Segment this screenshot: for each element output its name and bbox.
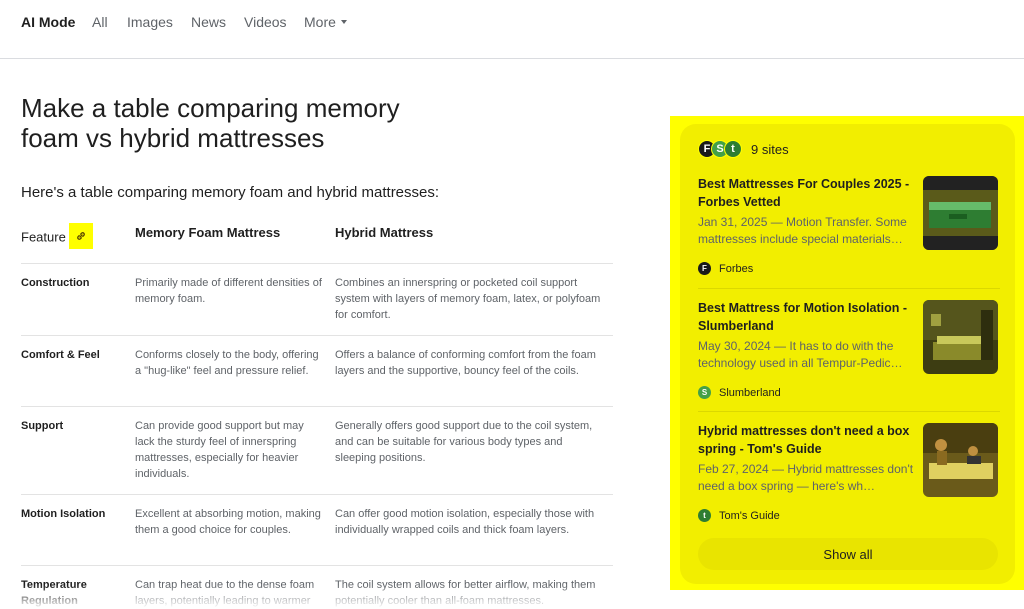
table-row: Support Can provide good support but may…: [21, 406, 613, 495]
toms-guide-favicon-icon: t: [724, 140, 742, 158]
bedroom-thumbnail: [923, 300, 998, 374]
header-memory-foam: Memory Foam Mattress: [135, 219, 335, 264]
table-row: Temperature Regulation Can trap heat due…: [21, 566, 613, 609]
tab-images[interactable]: Images: [127, 14, 173, 30]
row-memory-foam: Primarily made of different densities of…: [135, 263, 335, 336]
source-card-desc: May 30, 2024 — It has to do with the tec…: [698, 339, 903, 370]
mattress-thumbnail: [923, 176, 998, 250]
couple-bed-thumbnail: [923, 423, 998, 497]
row-memory-foam: Conforms closely to the body, offering a…: [135, 335, 335, 407]
source-card-forbes[interactable]: Best Mattresses For Couples 2025 - Forbe…: [698, 176, 1000, 276]
forbes-icon: F: [698, 262, 711, 275]
sites-count: 9 sites: [751, 141, 789, 157]
top-nav: AI Mode All Images News Videos More: [0, 0, 1024, 59]
table-row: Construction Primarily made of different…: [21, 263, 613, 336]
source-card-desc: Feb 27, 2024 — Hybrid mattresses don't n…: [698, 462, 914, 493]
source-card-desc: Jan 31, 2025 — Motion Transfer. Some mat…: [698, 215, 907, 246]
header-hybrid: Hybrid Mattress: [335, 219, 613, 264]
row-memory-foam: Excellent at absorbing motion, making th…: [135, 494, 335, 566]
slumberland-icon: S: [698, 386, 711, 399]
source-site-name: Forbes: [719, 262, 754, 275]
row-feature: Construction: [21, 263, 135, 336]
row-hybrid: Combines an innerspring or pocketed coil…: [335, 263, 613, 336]
header-feature: Feature: [21, 219, 135, 264]
sources-header[interactable]: F S t 9 sites: [698, 138, 789, 160]
tab-more-label: More: [304, 14, 336, 30]
row-memory-foam: Can trap heat due to the dense foam laye…: [135, 579, 315, 607]
divider: [698, 288, 1000, 289]
tab-ai-mode[interactable]: AI Mode: [21, 14, 75, 30]
source-site: S Slumberland: [698, 386, 781, 399]
chevron-down-icon: [340, 20, 347, 25]
source-card-slumberland[interactable]: Best Mattress for Motion Isolation - Slu…: [698, 300, 1000, 400]
row-hybrid: Can offer good motion isolation, especia…: [335, 494, 613, 566]
header-feature-label: Feature: [21, 229, 66, 245]
row-hybrid: Offers a balance of conforming comfort f…: [335, 335, 613, 407]
table-row: Motion Isolation Excellent at absorbing …: [21, 494, 613, 566]
source-card-title[interactable]: Hybrid mattresses don't need a box sprin…: [698, 423, 916, 458]
toms-guide-icon: t: [698, 509, 711, 522]
link-icon[interactable]: [68, 223, 93, 249]
comparison-table: Feature Memory Foam Mattress Hybrid Matt…: [21, 219, 613, 609]
tab-news[interactable]: News: [191, 14, 226, 30]
tab-videos[interactable]: Videos: [244, 14, 287, 30]
row-feature: Support: [21, 406, 135, 495]
row-hybrid: The coil system allows for better airflo…: [335, 579, 596, 607]
row-feature: Temperature Regulation: [21, 579, 87, 607]
show-all-button[interactable]: Show all: [698, 538, 998, 570]
source-card-title[interactable]: Best Mattresses For Couples 2025 - Forbe…: [698, 176, 916, 211]
query-title: Make a table comparing memory foam vs hy…: [21, 93, 400, 153]
source-site: F Forbes: [698, 262, 753, 275]
row-feature: Comfort & Feel: [21, 335, 135, 407]
divider: [698, 411, 1000, 412]
tab-more[interactable]: More: [304, 14, 347, 30]
row-feature: Motion Isolation: [21, 494, 135, 566]
answer-intro: Here's a table comparing memory foam and…: [21, 184, 440, 201]
tab-all[interactable]: All: [92, 14, 108, 30]
source-site: t Tom's Guide: [698, 509, 780, 522]
source-card-title[interactable]: Best Mattress for Motion Isolation - Slu…: [698, 300, 916, 335]
source-site-name: Slumberland: [719, 386, 781, 399]
row-memory-foam: Can provide good support but may lack th…: [135, 406, 335, 495]
source-site-name: Tom's Guide: [719, 509, 780, 522]
row-hybrid: Generally offers good support due to the…: [335, 406, 613, 495]
table-row: Comfort & Feel Conforms closely to the b…: [21, 335, 613, 407]
table-header-row: Feature Memory Foam Mattress Hybrid Matt…: [21, 219, 613, 264]
source-card-toms-guide[interactable]: Hybrid mattresses don't need a box sprin…: [698, 423, 1000, 523]
